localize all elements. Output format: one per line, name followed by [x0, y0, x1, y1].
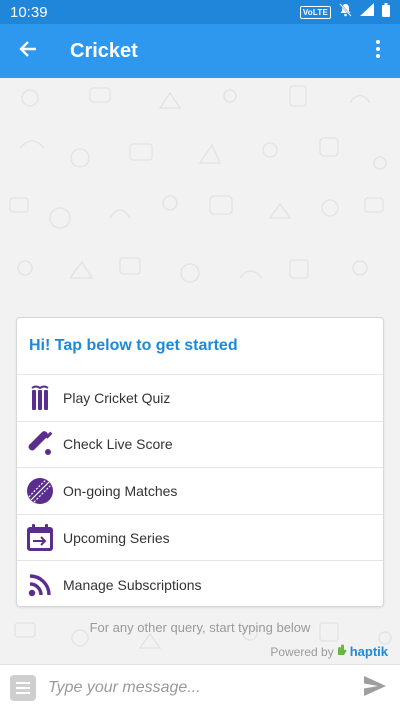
- card-header: Hi! Tap below to get started: [17, 318, 383, 375]
- card-title: Hi! Tap below to get started: [29, 337, 238, 354]
- menu-item-on-going-matches[interactable]: On-going Matches: [17, 468, 383, 515]
- status-time: 10:39: [10, 3, 48, 21]
- powered-by-label: Powered by: [270, 644, 334, 659]
- menu-item-manage-subscriptions[interactable]: Manage Subscriptions: [17, 561, 383, 608]
- cricket-ball-icon: [17, 477, 63, 505]
- app-bar: Cricket: [0, 24, 400, 78]
- page-title: Cricket: [70, 39, 138, 62]
- menu-item-play-cricket-quiz[interactable]: Play Cricket Quiz: [17, 375, 383, 422]
- battery-icon: [382, 2, 390, 22]
- cricket-bat-icon: [17, 431, 63, 457]
- menu-button[interactable]: [10, 675, 36, 701]
- menu-item-label: Upcoming Series: [63, 529, 170, 546]
- haptik-logo-icon: [337, 644, 347, 659]
- status-bar: 10:39 VoLTE: [0, 0, 400, 24]
- status-icons: VoLTE: [299, 2, 390, 22]
- stumps-icon: [17, 384, 63, 412]
- back-arrow-icon: [19, 40, 37, 63]
- hint-text: For any other query, start typing below: [89, 620, 311, 635]
- send-icon: [364, 675, 386, 701]
- mute-icon: [339, 2, 352, 22]
- chat-area[interactable]: Hi! Tap below to get started Play Cricke…: [0, 78, 400, 664]
- calendar-arrow-icon: [17, 523, 63, 552]
- back-button[interactable]: [0, 24, 56, 78]
- menu-item-label: Play Cricket Quiz: [63, 389, 171, 406]
- menu-item-label: Manage Subscriptions: [63, 576, 202, 593]
- powered-by: Powered by haptik: [270, 644, 388, 659]
- menu-card: Hi! Tap below to get started Play Cricke…: [16, 317, 384, 607]
- message-input[interactable]: [48, 679, 348, 697]
- overflow-menu-button[interactable]: [356, 24, 400, 78]
- rss-icon: [17, 573, 63, 597]
- volte-badge: VoLTE: [299, 5, 331, 19]
- menu-item-check-live-score[interactable]: Check Live Score: [17, 422, 383, 469]
- message-input-bar: [0, 664, 400, 711]
- menu-item-label: Check Live Score: [63, 436, 173, 453]
- send-button[interactable]: [360, 673, 390, 703]
- menu-item-label: On-going Matches: [63, 482, 178, 499]
- menu-item-upcoming-series[interactable]: Upcoming Series: [17, 515, 383, 562]
- more-vert-icon: [376, 39, 380, 63]
- signal-icon: [360, 3, 374, 21]
- haptik-brand: haptik: [349, 644, 388, 659]
